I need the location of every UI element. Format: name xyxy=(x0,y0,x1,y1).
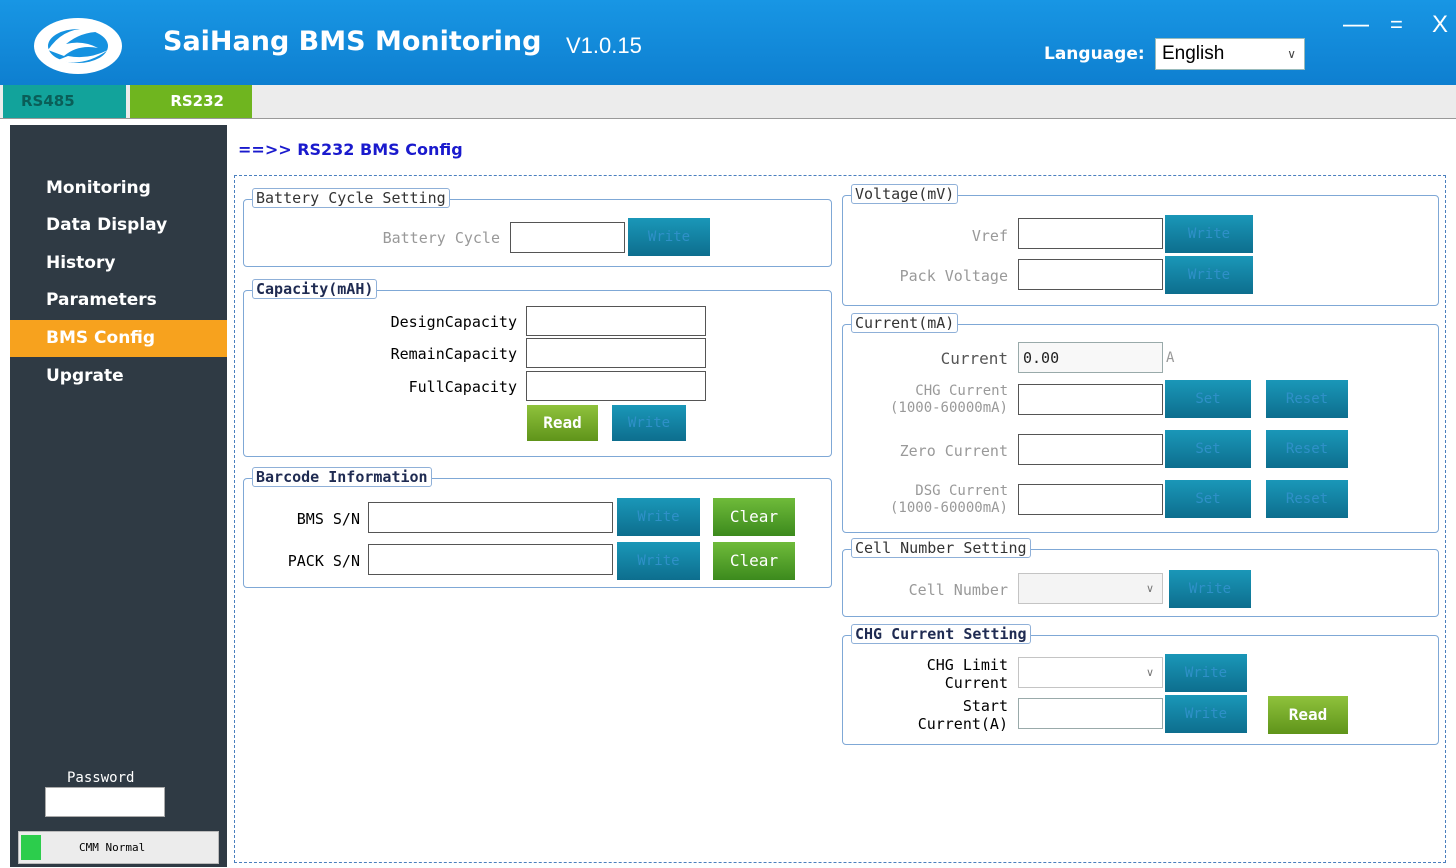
battery-cycle-title: Battery Cycle Setting xyxy=(252,188,450,208)
full-capacity-input[interactable] xyxy=(526,371,706,401)
current-unit-label: A xyxy=(1166,350,1175,366)
pack-sn-label: PACK S/N xyxy=(287,552,360,570)
password-label: Password xyxy=(67,770,135,786)
tab-bar: RS485 RS232 xyxy=(0,85,1456,118)
language-label: Language: xyxy=(1044,44,1145,64)
cell-number-title: Cell Number Setting xyxy=(851,538,1031,558)
vref-label: Vref xyxy=(971,227,1008,245)
status-led-icon xyxy=(21,835,41,860)
zero-current-input[interactable] xyxy=(1018,434,1163,465)
vref-write-button[interactable]: Write xyxy=(1165,215,1253,253)
barcode-title: Barcode Information xyxy=(252,467,432,487)
cell-number-label: Cell Number xyxy=(908,581,1008,599)
capacity-read-button[interactable]: Read xyxy=(527,405,598,441)
sidebar-item-bms-config[interactable]: BMS Config xyxy=(10,320,227,357)
language-select[interactable]: English ∨ xyxy=(1155,38,1305,70)
chg-current-set-button[interactable]: Set xyxy=(1165,380,1251,418)
zero-current-label: Zero Current xyxy=(899,442,1008,460)
current-value: 0.00 xyxy=(1023,349,1060,367)
voltage-title: Voltage(mV) xyxy=(851,184,959,204)
chg-setting-title: CHG Current Setting xyxy=(851,624,1031,644)
current-value-field: 0.00 xyxy=(1018,342,1163,373)
chg-limit-label-line1: CHG Limit xyxy=(926,656,1008,674)
dsg-current-label: DSG Current xyxy=(915,483,1008,499)
language-value: English xyxy=(1162,43,1225,64)
chg-current-input[interactable] xyxy=(1018,384,1163,415)
maximize-button[interactable]: = xyxy=(1390,12,1403,38)
vref-input[interactable] xyxy=(1018,218,1163,249)
bms-sn-label: BMS S/N xyxy=(296,510,360,528)
pack-sn-clear-button[interactable]: Clear xyxy=(713,542,795,580)
remain-capacity-input[interactable] xyxy=(526,338,706,368)
sidebar-item-monitoring[interactable]: Monitoring xyxy=(10,170,227,207)
battery-cycle-label: Battery Cycle xyxy=(382,229,500,247)
pack-voltage-write-button[interactable]: Write xyxy=(1165,256,1253,294)
cell-number-select[interactable]: ∨ xyxy=(1018,573,1163,604)
bms-sn-write-button[interactable]: Write xyxy=(617,498,700,536)
minimize-button[interactable]: — xyxy=(1343,8,1369,39)
dsg-current-range: (1000-60000mA) xyxy=(889,500,1008,516)
password-input[interactable] xyxy=(45,787,165,817)
dsg-current-set-button[interactable]: Set xyxy=(1165,480,1251,518)
status-text: CMM Normal xyxy=(79,841,146,854)
capacity-title: Capacity(mAH) xyxy=(252,279,378,299)
chg-current-label: CHG Current xyxy=(915,383,1008,399)
chg-limit-write-button[interactable]: Write xyxy=(1165,654,1247,692)
zero-current-reset-button[interactable]: Reset xyxy=(1266,430,1348,468)
start-current-label-line2: Current(A) xyxy=(917,715,1008,733)
capacity-write-button[interactable]: Write xyxy=(612,405,686,441)
saihang-logo-icon xyxy=(34,18,122,74)
bms-sn-clear-button[interactable]: Clear xyxy=(713,498,795,536)
close-button[interactable]: X xyxy=(1432,11,1448,39)
sidebar-item-upgrate[interactable]: Upgrate xyxy=(10,358,227,395)
sidebar-item-history[interactable]: History xyxy=(10,245,227,282)
pack-voltage-input[interactable] xyxy=(1018,259,1163,290)
remain-capacity-label: RemainCapacity xyxy=(390,345,517,363)
app-version: V1.0.15 xyxy=(566,33,642,58)
chevron-down-icon: ∨ xyxy=(1145,582,1154,595)
dsg-current-input[interactable] xyxy=(1018,484,1163,515)
app-title: SaiHang BMS Monitoring xyxy=(163,26,542,57)
chg-limit-select[interactable]: ∨ xyxy=(1018,657,1163,688)
start-current-write-button[interactable]: Write xyxy=(1165,695,1247,733)
battery-cycle-input[interactable] xyxy=(510,222,625,253)
start-current-label-line1: Start xyxy=(962,697,1008,715)
chg-limit-label-line2: Current xyxy=(944,674,1008,692)
chevron-down-icon: ∨ xyxy=(1145,666,1154,679)
chevron-down-icon: ∨ xyxy=(1287,47,1296,61)
sidebar-item-parameters[interactable]: Parameters xyxy=(10,282,227,319)
sidebar-item-data-display[interactable]: Data Display xyxy=(10,207,227,244)
dsg-current-reset-button[interactable]: Reset xyxy=(1266,480,1348,518)
design-capacity-input[interactable] xyxy=(526,306,706,336)
full-capacity-label: FullCapacity xyxy=(408,378,517,396)
pack-sn-input[interactable] xyxy=(368,544,613,575)
current-label: Current xyxy=(940,349,1008,368)
current-title: Current(mA) xyxy=(851,313,959,333)
chg-setting-read-button[interactable]: Read xyxy=(1268,696,1348,734)
cell-number-write-button[interactable]: Write xyxy=(1169,570,1251,608)
tab-rs485[interactable]: RS485 xyxy=(3,85,126,118)
start-current-input[interactable] xyxy=(1018,698,1163,729)
pack-sn-write-button[interactable]: Write xyxy=(617,542,700,580)
chg-current-range: (1000-60000mA) xyxy=(889,400,1008,416)
tab-rs232[interactable]: RS232 xyxy=(130,85,252,118)
bms-sn-input[interactable] xyxy=(368,502,613,533)
design-capacity-label: DesignCapacity xyxy=(390,313,517,331)
status-bar: CMM Normal xyxy=(18,831,219,864)
zero-current-set-button[interactable]: Set xyxy=(1165,430,1251,468)
battery-cycle-write-button[interactable]: Write xyxy=(628,218,710,256)
chg-current-reset-button[interactable]: Reset xyxy=(1266,380,1348,418)
pack-voltage-label: Pack Voltage xyxy=(899,267,1008,285)
breadcrumb: ==>> RS232 BMS Config xyxy=(238,140,463,159)
